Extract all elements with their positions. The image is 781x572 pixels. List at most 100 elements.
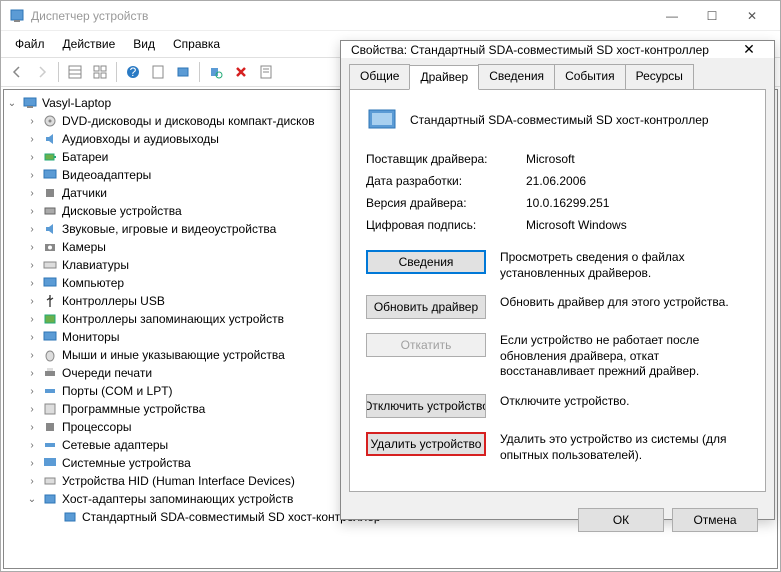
- computer-icon: [22, 95, 38, 111]
- system-icon: [42, 455, 58, 471]
- tab-strip: Общие Драйвер Сведения События Ресурсы: [341, 58, 774, 89]
- cpu-icon: [42, 419, 58, 435]
- menu-file[interactable]: Файл: [7, 33, 53, 55]
- svg-text:?: ?: [130, 65, 137, 79]
- expander-icon[interactable]: ›: [26, 188, 38, 199]
- disk-icon: [42, 203, 58, 219]
- dialog-footer: ОК Отмена: [341, 500, 774, 544]
- tb-doc-icon[interactable]: [146, 60, 170, 84]
- usb-icon: [42, 293, 58, 309]
- minimize-button[interactable]: —: [652, 2, 692, 30]
- expander-icon[interactable]: ›: [26, 350, 38, 361]
- menu-action[interactable]: Действие: [55, 33, 124, 55]
- signature-label: Цифровая подпись:: [366, 218, 526, 232]
- titlebar: Диспетчер устройств — ☐ ✕: [1, 1, 780, 31]
- uninstall-device-desc: Удалить это устройство из системы (для о…: [500, 432, 749, 463]
- keyboard-icon: [42, 257, 58, 273]
- menu-view[interactable]: Вид: [125, 33, 163, 55]
- cancel-button[interactable]: Отмена: [672, 508, 758, 532]
- rollback-driver-button[interactable]: Откатить: [366, 333, 486, 357]
- rollback-driver-desc: Если устройство не работает после обновл…: [500, 333, 749, 380]
- disable-device-button[interactable]: Отключить устройство: [366, 394, 486, 418]
- close-button[interactable]: ✕: [732, 2, 772, 30]
- sd-controller-icon: [62, 509, 78, 525]
- expander-icon[interactable]: ›: [26, 404, 38, 415]
- computer-icon: [42, 275, 58, 291]
- tab-events[interactable]: События: [554, 64, 626, 89]
- expander-icon[interactable]: ›: [26, 206, 38, 217]
- hid-icon: [42, 473, 58, 489]
- back-button[interactable]: [5, 60, 29, 84]
- dialog-close-button[interactable]: ✕: [734, 41, 764, 58]
- update-driver-button[interactable]: Обновить драйвер: [366, 295, 486, 319]
- properties-dialog: Свойства: Стандартный SDA-совместимый SD…: [340, 40, 775, 520]
- expander-icon[interactable]: ›: [26, 386, 38, 397]
- tree-root-label: Vasyl-Laptop: [42, 96, 111, 110]
- tab-general[interactable]: Общие: [349, 64, 410, 89]
- provider-label: Поставщик драйвера:: [366, 152, 526, 166]
- monitor-icon: [42, 329, 58, 345]
- expander-icon[interactable]: ›: [26, 116, 38, 127]
- port-icon: [42, 383, 58, 399]
- app-icon: [9, 8, 25, 24]
- uninstall-device-button[interactable]: Удалить устройство: [366, 432, 486, 456]
- expander-icon[interactable]: ›: [26, 278, 38, 289]
- device-icon: [366, 104, 398, 136]
- device-header: Стандартный SDA-совместимый SD хост-конт…: [366, 104, 749, 136]
- expander-icon[interactable]: ›: [26, 224, 38, 235]
- expander-icon[interactable]: ⌄: [26, 494, 38, 505]
- driver-details-desc: Просмотреть сведения о файлах установлен…: [500, 250, 749, 281]
- expander-icon[interactable]: ⌄: [6, 98, 18, 109]
- expander-icon[interactable]: ›: [26, 260, 38, 271]
- tb-props-icon[interactable]: [254, 60, 278, 84]
- tb-grid-icon[interactable]: [88, 60, 112, 84]
- forward-button[interactable]: [30, 60, 54, 84]
- tab-body: Стандартный SDA-совместимый SD хост-конт…: [349, 89, 766, 492]
- expander-icon[interactable]: ›: [26, 170, 38, 181]
- expander-icon[interactable]: ›: [26, 134, 38, 145]
- tb-scan-icon[interactable]: [204, 60, 228, 84]
- tb-help-icon[interactable]: ?: [121, 60, 145, 84]
- tb-refresh-icon[interactable]: [171, 60, 195, 84]
- display-icon: [42, 167, 58, 183]
- expander-icon[interactable]: ›: [26, 296, 38, 307]
- driver-details-button[interactable]: Сведения: [366, 250, 486, 274]
- dialog-titlebar: Свойства: Стандартный SDA-совместимый SD…: [341, 41, 774, 58]
- tab-details[interactable]: Сведения: [478, 64, 555, 89]
- version-label: Версия драйвера:: [366, 196, 526, 210]
- storage-icon: [42, 311, 58, 327]
- tab-driver[interactable]: Драйвер: [409, 65, 479, 90]
- sensor-icon: [42, 185, 58, 201]
- expander-icon[interactable]: ›: [26, 242, 38, 253]
- expander-icon[interactable]: ›: [26, 314, 38, 325]
- update-driver-desc: Обновить драйвер для этого устройства.: [500, 295, 749, 311]
- date-value: 21.06.2006: [526, 174, 586, 188]
- printer-icon: [42, 365, 58, 381]
- battery-icon: [42, 149, 58, 165]
- tb-list-icon[interactable]: [63, 60, 87, 84]
- sound-icon: [42, 221, 58, 237]
- expander-icon[interactable]: ›: [26, 458, 38, 469]
- ok-button[interactable]: ОК: [578, 508, 664, 532]
- expander-icon[interactable]: ›: [26, 332, 38, 343]
- provider-value: Microsoft: [526, 152, 575, 166]
- disable-device-desc: Отключите устройство.: [500, 394, 749, 410]
- dialog-title: Свойства: Стандартный SDA-совместимый SD…: [351, 43, 734, 57]
- mouse-icon: [42, 347, 58, 363]
- version-value: 10.0.16299.251: [526, 196, 609, 210]
- signature-value: Microsoft Windows: [526, 218, 627, 232]
- audio-icon: [42, 131, 58, 147]
- network-icon: [42, 437, 58, 453]
- expander-icon[interactable]: ›: [26, 422, 38, 433]
- tab-resources[interactable]: Ресурсы: [625, 64, 694, 89]
- expander-icon[interactable]: ›: [26, 440, 38, 451]
- tb-delete-icon[interactable]: [229, 60, 253, 84]
- expander-icon[interactable]: ›: [26, 476, 38, 487]
- expander-icon[interactable]: ›: [26, 368, 38, 379]
- device-name: Стандартный SDA-совместимый SD хост-конт…: [410, 113, 709, 127]
- host-adapter-icon: [42, 491, 58, 507]
- date-label: Дата разработки:: [366, 174, 526, 188]
- maximize-button[interactable]: ☐: [692, 2, 732, 30]
- expander-icon[interactable]: ›: [26, 152, 38, 163]
- menu-help[interactable]: Справка: [165, 33, 228, 55]
